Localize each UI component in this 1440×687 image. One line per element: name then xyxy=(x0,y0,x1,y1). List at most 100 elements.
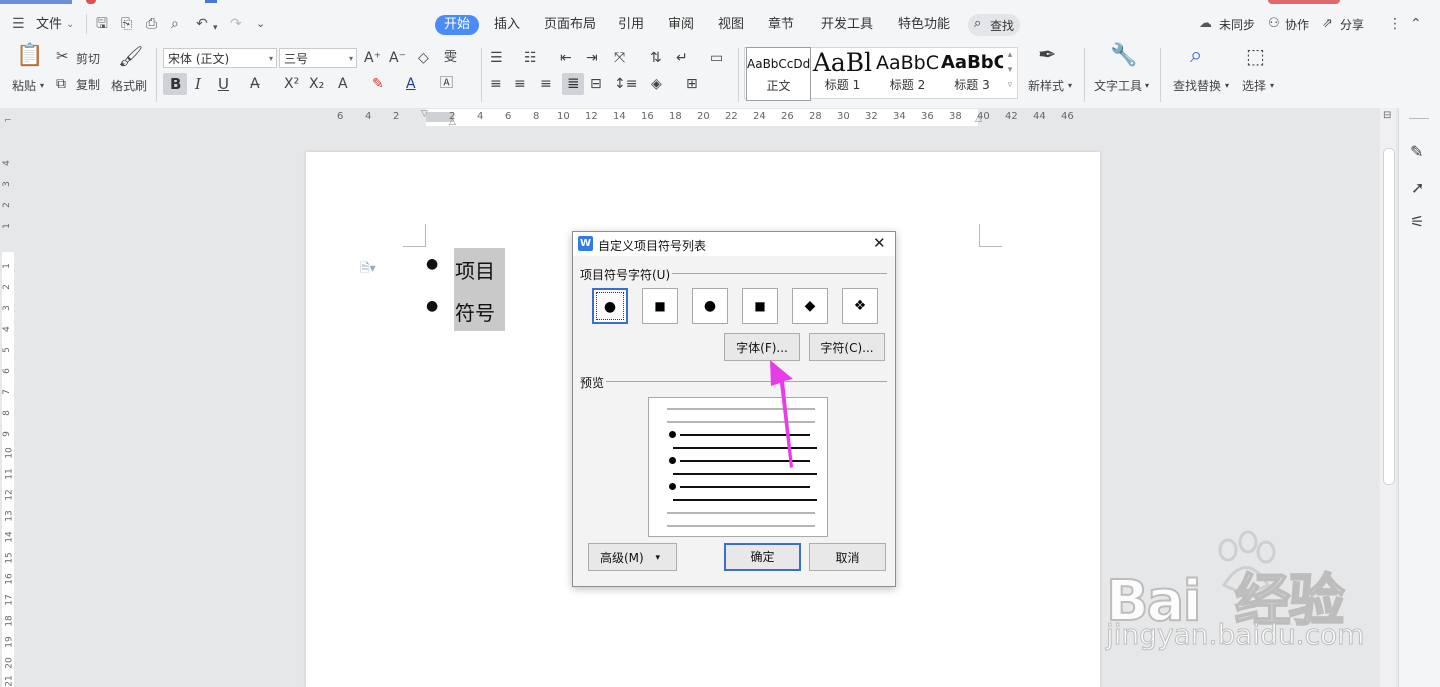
superscript-icon[interactable]: X² xyxy=(284,74,299,94)
style-heading-2[interactable]: AaBbC 标题 2 xyxy=(876,47,939,99)
list-item[interactable]: 项目 xyxy=(455,255,495,284)
scroll-thumb[interactable] xyxy=(1383,148,1395,485)
tab-page-layout[interactable]: 页面布局 xyxy=(544,17,596,33)
style-scroll-icon[interactable]: ▴ ▾ ▿ xyxy=(1005,48,1015,93)
undo-dropdown-icon[interactable]: ▾ xyxy=(213,19,218,37)
char-border-icon[interactable]: 🄰 xyxy=(440,74,453,94)
horizontal-ruler[interactable]: ▽ △ △ 6 4 2 2 4 6 8 10 12 14 16 18 20 22… xyxy=(330,109,1090,127)
paragraph-handle-icon[interactable]: 🗎▾ xyxy=(360,259,376,280)
settings-sliders-icon[interactable]: ⚟ xyxy=(1410,212,1424,231)
export-icon[interactable]: ⎘ xyxy=(121,15,132,33)
tab-references[interactable]: 引用 xyxy=(618,17,644,33)
bullet-list-icon[interactable]: ☰ xyxy=(490,48,503,68)
save-icon[interactable]: 🖫 xyxy=(96,15,108,33)
format-painter-button[interactable]: 格式刷 xyxy=(111,79,147,93)
align-center-icon[interactable]: ≡ xyxy=(514,74,526,94)
select-button[interactable]: 选择 xyxy=(1242,79,1266,93)
bullet-option-1[interactable]: ● xyxy=(592,288,628,324)
first-indent-marker-icon[interactable]: ▽ xyxy=(421,109,428,119)
highlight-icon[interactable]: ✎ xyxy=(372,74,384,94)
increase-font-icon[interactable]: A⁺ xyxy=(364,48,381,68)
hamburger-icon[interactable]: ☰ xyxy=(12,15,25,33)
copy-button[interactable]: 复制 xyxy=(76,78,100,92)
style-heading-3[interactable]: AaBbC 标题 3 xyxy=(941,47,1003,99)
collapse-ribbon-icon[interactable]: ⌃ xyxy=(1410,15,1422,33)
undo-icon[interactable]: ↶ xyxy=(196,15,208,33)
text-tools-button[interactable]: 文字工具 xyxy=(1094,79,1142,93)
tab-developer[interactable]: 开发工具 xyxy=(821,17,873,33)
cancel-button[interactable]: 取消 xyxy=(809,543,886,571)
style-heading-1[interactable]: AaBl 标题 1 xyxy=(811,47,874,99)
borders-icon[interactable]: ⊞ xyxy=(686,74,698,94)
sync-status[interactable]: 未同步 xyxy=(1219,17,1255,33)
share-button[interactable]: 分享 xyxy=(1340,17,1364,33)
dialog-titlebar[interactable]: W 自定义项目符号列表 ✕ xyxy=(573,232,895,256)
file-menu[interactable]: 文件 xyxy=(36,17,62,33)
phonetic-guide-icon[interactable]: 雯 xyxy=(444,48,457,68)
bullet-option-4[interactable]: ■ xyxy=(742,288,778,324)
line-spacing-icon[interactable]: ↕≡ xyxy=(614,74,637,94)
show-marks-icon[interactable]: ↵ xyxy=(676,48,688,68)
numbered-list-icon[interactable]: ☷ xyxy=(524,48,537,68)
font-name-select[interactable]: 宋体 (正文) ▾ xyxy=(163,48,277,68)
tab-start[interactable]: 开始 xyxy=(435,15,479,35)
bullet-option-6[interactable]: ❖ xyxy=(842,288,878,324)
tab-chapter[interactable]: 章节 xyxy=(768,17,794,33)
tab-special[interactable]: 特色功能 xyxy=(898,17,950,33)
cursor-icon[interactable]: ➚ xyxy=(1411,178,1424,197)
copy-icon[interactable]: ⧉ xyxy=(56,74,66,94)
ok-button[interactable]: 确定 xyxy=(724,543,801,571)
bullet-option-2[interactable]: ■ xyxy=(642,288,678,324)
chevron-down-icon[interactable]: ⌄ xyxy=(66,17,74,33)
font-color-icon[interactable]: A xyxy=(406,74,416,94)
tab-view[interactable]: 视图 xyxy=(718,17,744,33)
new-style-icon[interactable]: ✒ xyxy=(1038,45,1056,67)
vertical-ruler[interactable]: 4 3 2 1 1 2 3 4 5 6 7 8 9 10 11 12 13 14… xyxy=(0,120,18,687)
underline-button[interactable]: U xyxy=(218,74,229,94)
customize-toolbar-icon[interactable]: ⌄ xyxy=(256,15,265,33)
print-preview-icon[interactable]: ⌕ xyxy=(171,15,179,33)
text-effect-icon[interactable]: A xyxy=(338,74,348,94)
shading-icon[interactable]: ◈ xyxy=(651,74,662,94)
find-replace-button[interactable]: 查找替换 xyxy=(1173,79,1221,93)
sort-icon[interactable]: ⇅ xyxy=(650,48,662,68)
pen-icon[interactable]: ✎ xyxy=(1410,142,1423,161)
bullet-option-5[interactable]: ◆ xyxy=(792,288,828,324)
increase-indent-icon[interactable]: ⇥ xyxy=(586,48,598,68)
subscript-icon[interactable]: X₂ xyxy=(309,74,324,94)
search-button[interactable]: ⌕ 查找 xyxy=(968,14,1020,36)
align-left-icon[interactable]: ≡ xyxy=(490,74,502,94)
more-icon[interactable]: ⋮ xyxy=(1388,15,1402,33)
style-normal[interactable]: AaBbCcDd 正文 xyxy=(746,47,811,101)
justify-button[interactable]: ≣ xyxy=(562,73,584,95)
font-size-select[interactable]: 三号 ▾ xyxy=(279,48,357,68)
distributed-icon[interactable]: ⊟ xyxy=(590,74,602,94)
format-painter-icon[interactable]: 🖌 xyxy=(118,46,143,66)
scroll-top-icon[interactable]: ⊟ xyxy=(1383,110,1391,121)
cut-button[interactable]: 剪切 xyxy=(76,52,100,66)
chinese-layout-icon[interactable]: ⤧ xyxy=(614,48,625,68)
character-button[interactable]: 字符(C)... xyxy=(809,333,885,361)
scissors-icon[interactable]: ✂ xyxy=(56,46,69,66)
paste-button[interactable]: 粘贴 xyxy=(12,79,36,93)
collab-button[interactable]: 协作 xyxy=(1285,17,1309,33)
print-icon[interactable]: ⎙ xyxy=(146,15,157,33)
select-icon[interactable]: ⬚ xyxy=(1246,46,1265,66)
bullet-option-3[interactable]: ● xyxy=(692,288,728,324)
tab-ruler-icon[interactable]: ▭ xyxy=(710,48,723,68)
paste-icon[interactable]: 📋 xyxy=(16,45,44,67)
clear-format-icon[interactable]: ◇ xyxy=(418,48,429,68)
bold-button[interactable]: B xyxy=(163,73,187,95)
tab-insert[interactable]: 插入 xyxy=(494,17,520,33)
text-tools-icon[interactable]: 🔧 xyxy=(1110,45,1137,67)
close-icon[interactable]: ✕ xyxy=(873,234,886,252)
strikethrough-icon[interactable]: A̶ xyxy=(250,74,260,94)
find-replace-icon[interactable]: ⌕ xyxy=(1190,45,1202,67)
tab-review[interactable]: 审阅 xyxy=(668,17,694,33)
redo-icon[interactable]: ↷ xyxy=(230,15,242,33)
align-right-icon[interactable]: ≡ xyxy=(540,74,552,94)
vertical-scrollbar[interactable]: ⊟ xyxy=(1380,108,1396,687)
list-item[interactable]: 符号 xyxy=(455,297,495,326)
italic-button[interactable]: I xyxy=(195,74,201,94)
new-style-button[interactable]: 新样式 xyxy=(1028,79,1064,93)
